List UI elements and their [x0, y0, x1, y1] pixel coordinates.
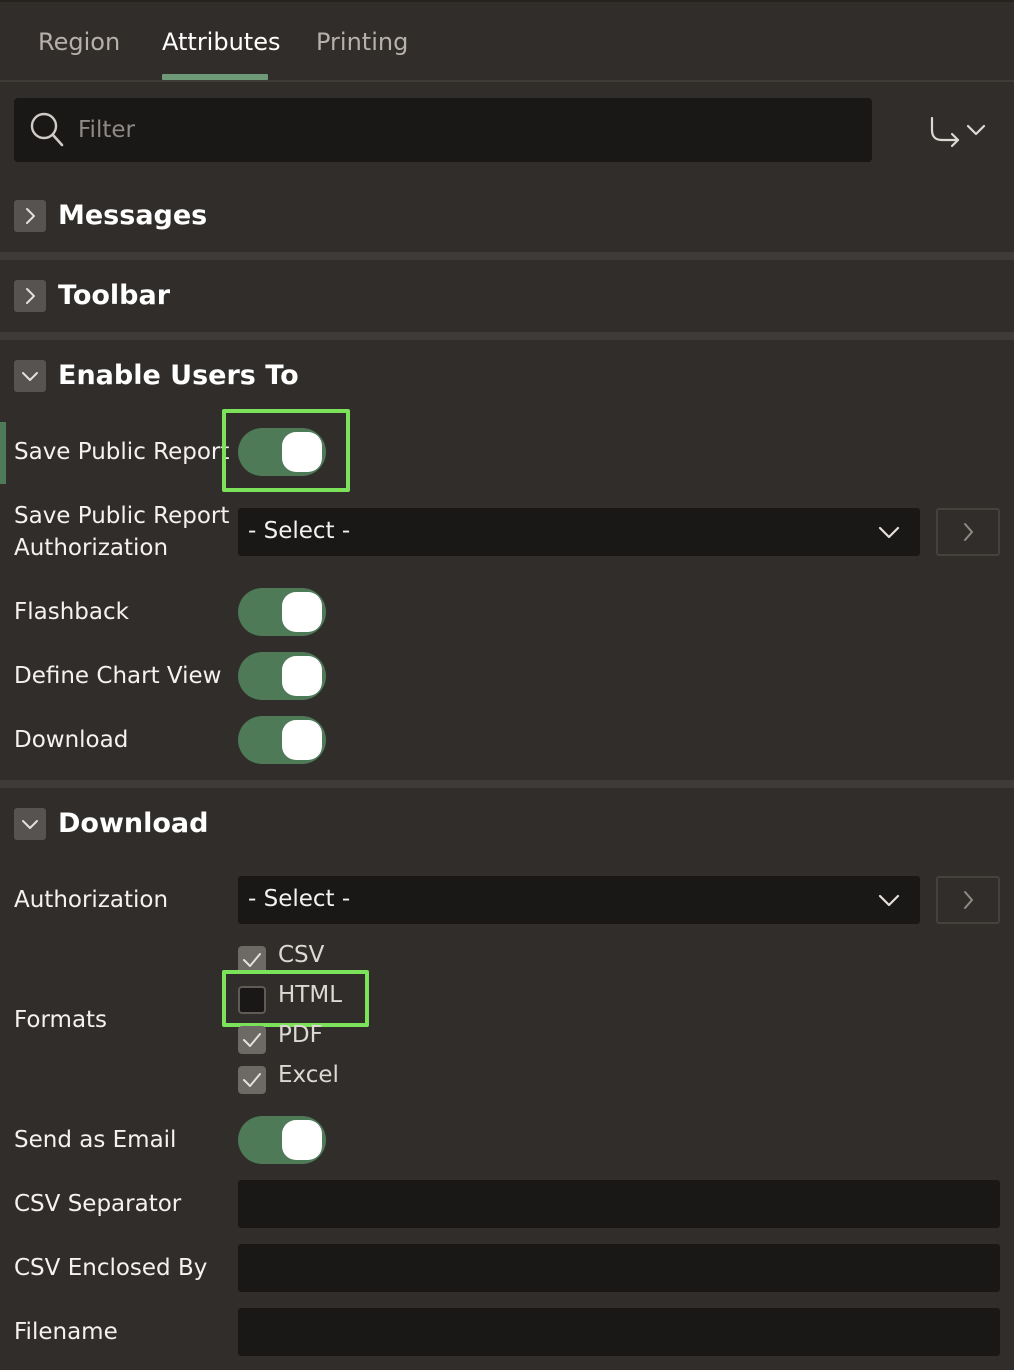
label-csv-enclosed-by: CSV Enclosed By: [14, 1255, 208, 1281]
collapse-download-button[interactable]: [14, 808, 46, 840]
section-messages[interactable]: Messages: [0, 182, 1014, 252]
label-csv-separator: CSV Separator: [14, 1191, 182, 1217]
current-row-indicator: [0, 422, 6, 484]
goto-group-arrow-icon: [930, 116, 986, 148]
tab-attributes[interactable]: Attributes: [162, 28, 280, 56]
chevron-down-icon: [878, 526, 900, 539]
section-divider: [0, 252, 1014, 260]
csv-separator-input[interactable]: [238, 1180, 1000, 1228]
label-filename: Filename: [14, 1319, 118, 1345]
save-public-report-authorization-select[interactable]: - Select -: [238, 508, 920, 556]
filter-input[interactable]: [78, 110, 858, 150]
expand-toolbar-button[interactable]: [14, 280, 46, 312]
search-icon: [30, 112, 64, 147]
section-enable-users-to[interactable]: Enable Users To: [0, 342, 1014, 412]
filter-box: [14, 98, 872, 162]
chevron-down-icon: [966, 124, 986, 136]
section-title-messages: Messages: [58, 200, 208, 231]
goto-group-menu-button[interactable]: [924, 110, 992, 154]
label-authorization: Authorization: [14, 887, 169, 913]
format-label-pdf: PDF: [278, 1022, 323, 1048]
download-authorization-goto-button[interactable]: [936, 876, 1000, 924]
chevron-down-icon: [878, 894, 900, 907]
label-save-public-report: Save Public Report: [14, 439, 230, 465]
chevron-right-icon: [26, 208, 35, 224]
active-tab-indicator: [162, 74, 268, 80]
chevron-right-icon: [964, 891, 973, 909]
chevron-right-icon: [964, 523, 973, 541]
define-chart-view-toggle[interactable]: [238, 652, 326, 700]
checkmark-icon: [243, 1033, 261, 1047]
filename-input[interactable]: [238, 1308, 1000, 1356]
section-title-download: Download: [58, 808, 209, 839]
expand-messages-button[interactable]: [14, 200, 46, 232]
format-label-csv: CSV: [278, 942, 325, 968]
highlight-box: [222, 409, 350, 492]
section-toolbar[interactable]: Toolbar: [0, 262, 1014, 332]
chevron-right-icon: [26, 288, 35, 304]
highlight-box: [222, 970, 369, 1027]
download-toggle[interactable]: [238, 716, 326, 764]
label-flashback: Flashback: [14, 599, 129, 625]
collapse-enable-users-to-button[interactable]: [14, 360, 46, 392]
toggle-knob: [282, 1120, 322, 1160]
label-formats: Formats: [14, 1007, 108, 1033]
label-send-as-email: Send as Email: [14, 1127, 177, 1153]
checkbox-pdf[interactable]: [238, 1026, 266, 1054]
label-download: Download: [14, 727, 129, 753]
tab-printing[interactable]: Printing: [316, 28, 408, 56]
checkmark-icon: [243, 1073, 261, 1087]
section-title-enable-users-to: Enable Users To: [58, 360, 299, 391]
format-label-excel: Excel: [278, 1062, 339, 1088]
toggle-knob: [282, 592, 322, 632]
section-divider: [0, 332, 1014, 340]
select-value: - Select -: [248, 518, 351, 544]
label-define-chart-view: Define Chart View: [14, 663, 222, 689]
send-as-email-toggle[interactable]: [238, 1116, 326, 1164]
tab-region[interactable]: Region: [38, 28, 120, 56]
chevron-down-icon: [22, 372, 38, 381]
section-title-toolbar: Toolbar: [58, 280, 171, 311]
download-authorization-select[interactable]: - Select -: [238, 876, 920, 924]
authorization-goto-button[interactable]: [936, 508, 1000, 556]
section-download[interactable]: Download: [0, 790, 1014, 860]
flashback-toggle[interactable]: [238, 588, 326, 636]
tab-bar: Region Attributes Printing: [0, 0, 1014, 82]
checkbox-excel[interactable]: [238, 1066, 266, 1094]
section-divider: [0, 780, 1014, 788]
toggle-knob: [282, 656, 322, 696]
toggle-knob: [282, 720, 322, 760]
csv-enclosed-by-input[interactable]: [238, 1244, 1000, 1292]
chevron-down-icon: [22, 820, 38, 829]
select-value: - Select -: [248, 886, 351, 912]
label-save-public-report-authorization: Save Public Report Authorization: [14, 503, 230, 561]
